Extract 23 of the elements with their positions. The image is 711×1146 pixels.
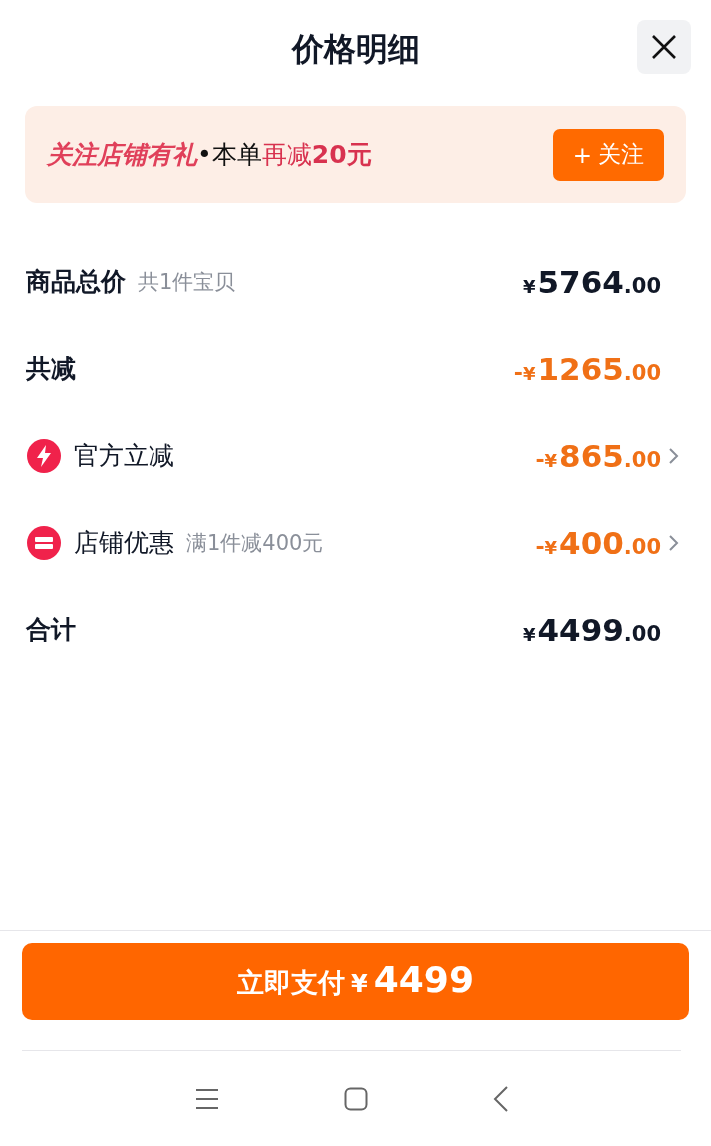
price-amount: -¥1265.00 [513, 350, 661, 387]
page-title: 价格明细 [291, 29, 420, 70]
lightning-icon [26, 437, 62, 474]
price-amount: -¥865.00 [535, 437, 661, 474]
row-note: 满1件减400元 [186, 529, 324, 557]
row-note: 共1件宝贝 [138, 268, 236, 296]
row-label: 商品总价 [26, 266, 126, 298]
store-icon [26, 524, 62, 561]
row-label: 店铺优惠 [74, 527, 174, 559]
row-label: 合计 [26, 614, 76, 646]
menu-icon[interactable] [194, 1087, 219, 1110]
row-label: 共减 [26, 353, 76, 385]
promo-text: 关注店铺有礼•本单再减20元 [47, 139, 372, 171]
follow-button[interactable]: + 关注 [552, 128, 664, 181]
close-icon [651, 34, 677, 60]
price-amount: -¥400.00 [535, 524, 661, 561]
close-button[interactable] [637, 20, 691, 74]
price-amount: ¥5764.00 [523, 263, 661, 300]
pay-button[interactable]: 立即支付 ¥ 4499 [22, 943, 689, 1020]
price-amount: ¥4499.00 [523, 611, 661, 648]
row-label: 官方立减 [74, 440, 174, 472]
home-icon[interactable] [343, 1086, 368, 1111]
back-icon[interactable] [492, 1085, 509, 1112]
